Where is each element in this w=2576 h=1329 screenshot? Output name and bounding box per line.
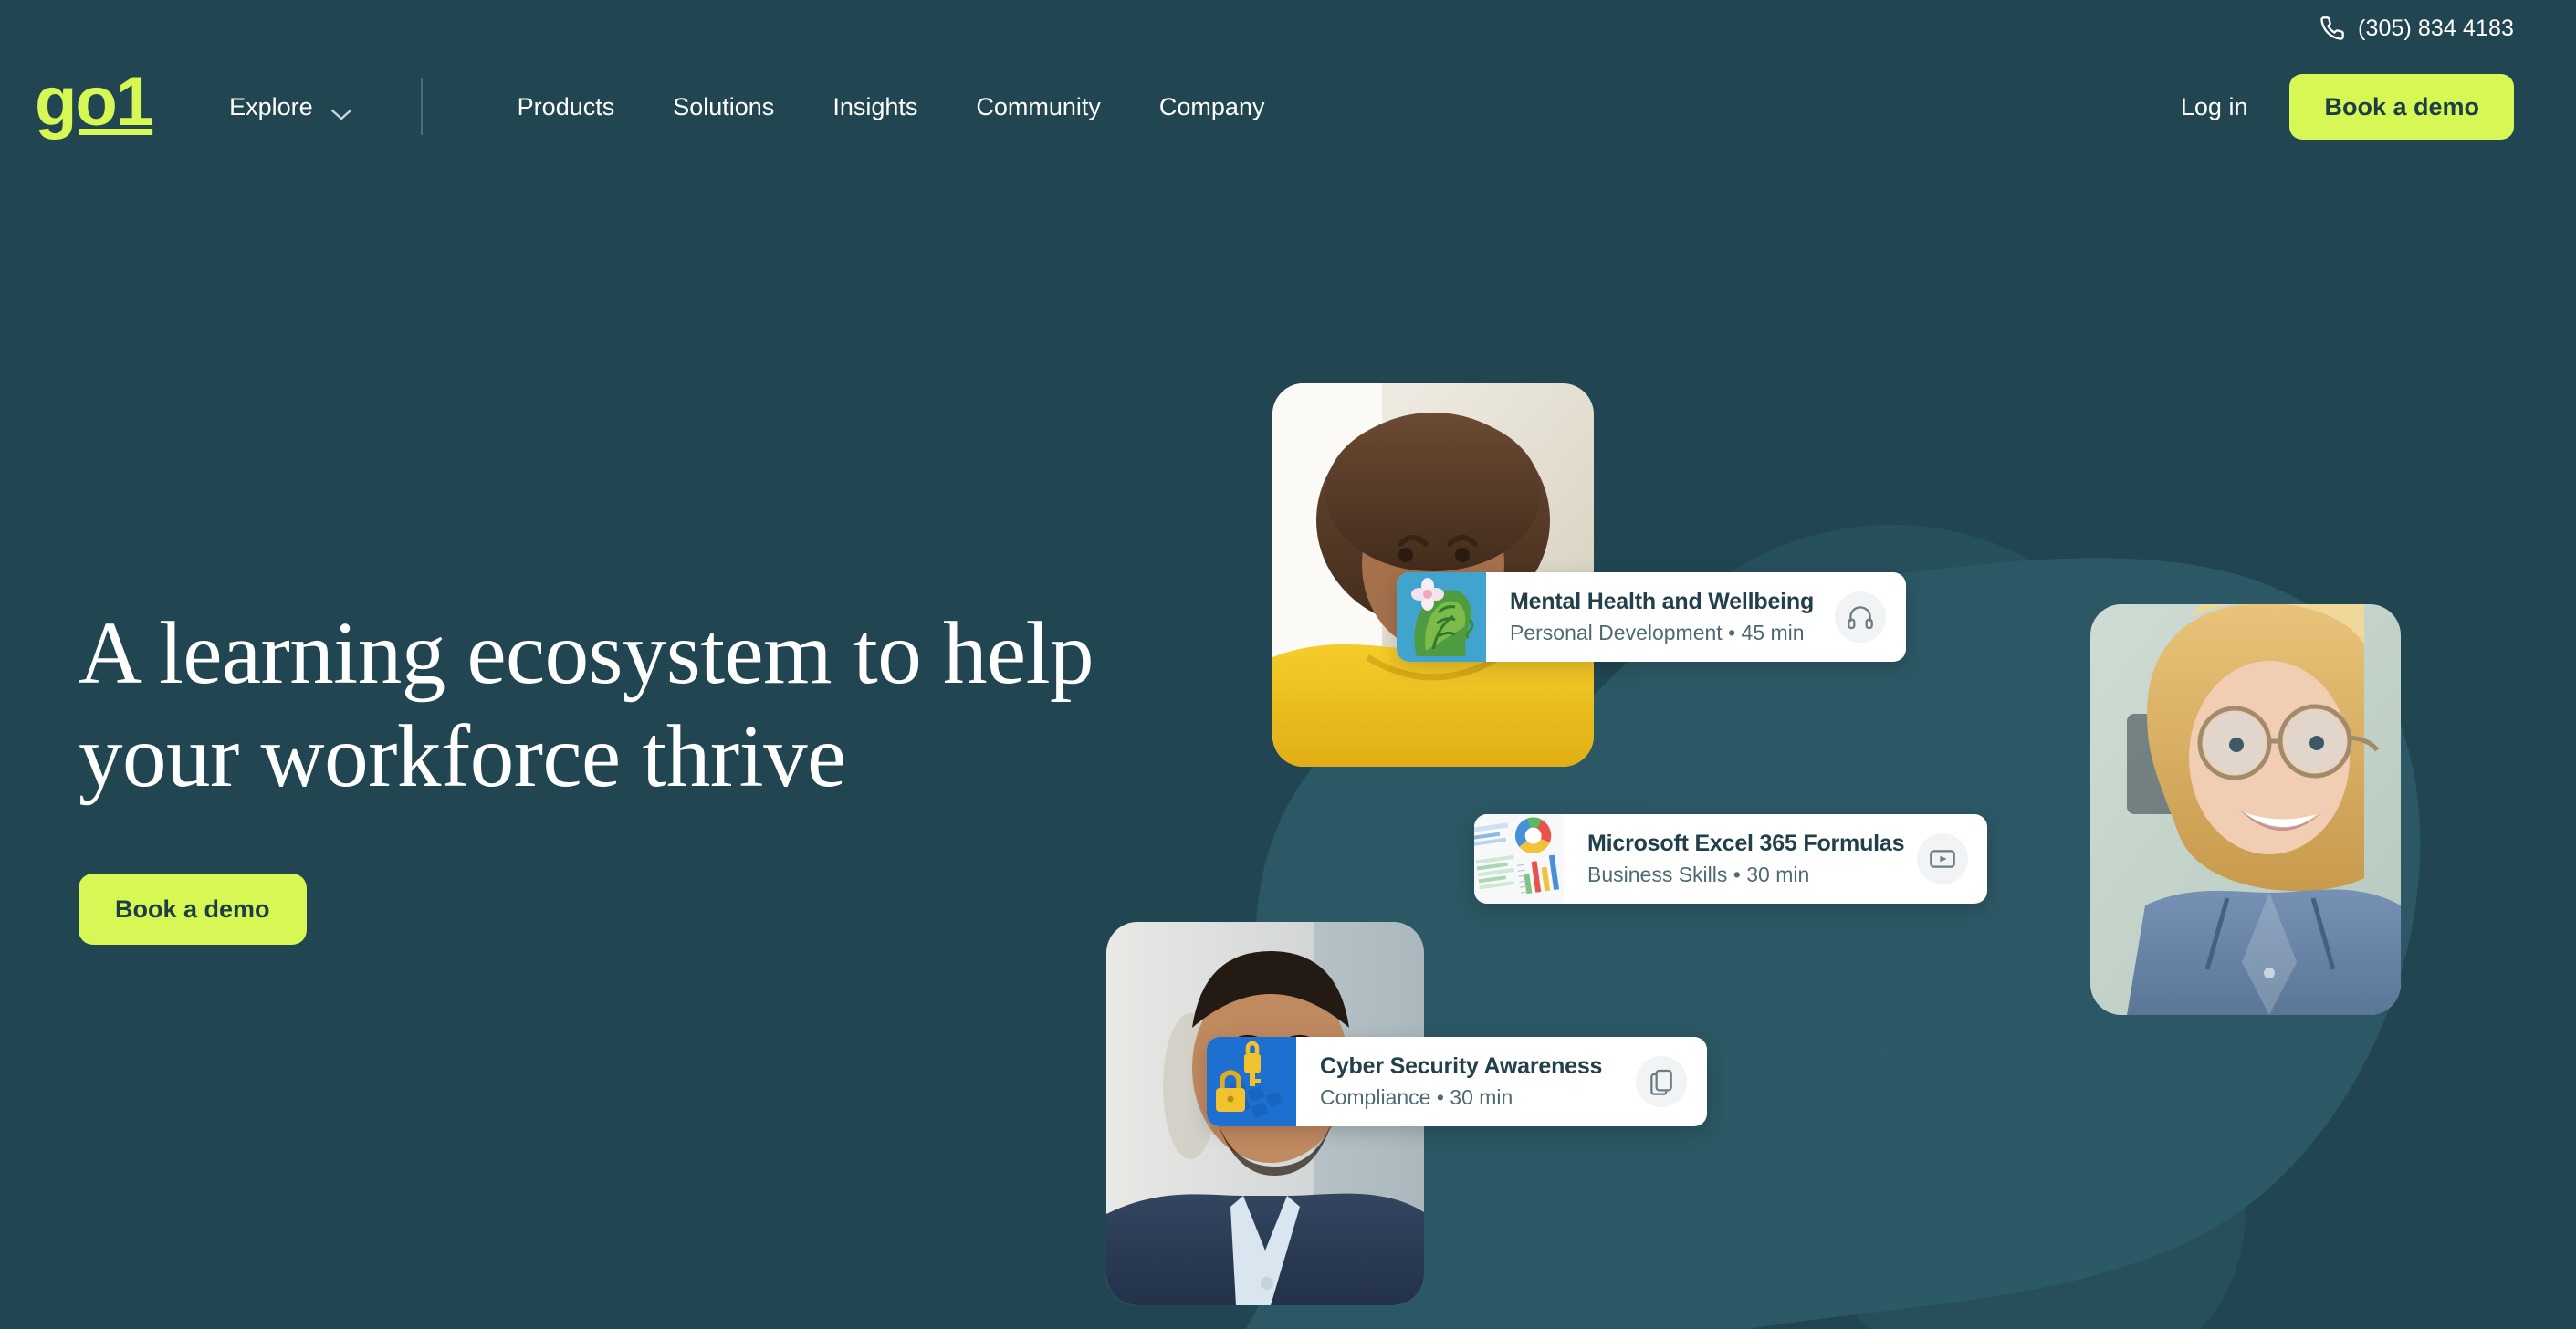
hero-collage: Mental Health and Wellbeing Personal Dev… <box>1050 347 2576 1329</box>
excel-charts-thumbnail <box>1474 814 1564 904</box>
course-meta: Compliance • 30 min <box>1320 1086 1623 1109</box>
phone-number: (305) 834 4183 <box>2358 15 2514 41</box>
cyber-security-thumbnail <box>1207 1037 1296 1126</box>
course-card-body: Cyber Security Awareness Compliance • 30… <box>1296 1037 1707 1126</box>
course-card-excel[interactable]: Microsoft Excel 365 Formulas Business Sk… <box>1474 814 1987 904</box>
headphones-icon <box>1835 591 1886 643</box>
course-category: Business Skills <box>1587 863 1728 887</box>
book-demo-button-hero[interactable]: Book a demo <box>79 874 307 946</box>
nav-item-insights[interactable]: Insights <box>803 93 947 121</box>
main-navigation: go1 Explore Products Solutions Insights … <box>0 57 2576 157</box>
chevron-down-icon <box>330 99 353 120</box>
login-link[interactable]: Log in <box>2139 93 2290 121</box>
course-meta: Personal Development • 45 min <box>1510 622 1822 644</box>
course-card-body: Mental Health and Wellbeing Personal Dev… <box>1486 572 1906 662</box>
course-card-body: Microsoft Excel 365 Formulas Business Sk… <box>1564 814 1987 904</box>
course-card-text: Microsoft Excel 365 Formulas Business Sk… <box>1587 831 1905 886</box>
page-title: A learning ecosystem to help your workfo… <box>79 604 1094 805</box>
document-copy-icon <box>1636 1056 1687 1107</box>
nav-actions-group: Log in Book a demo <box>2139 74 2514 140</box>
nav-divider <box>420 78 423 135</box>
nav-links-group: Products Solutions Insights Community Co… <box>488 93 1294 121</box>
course-card-mental-health[interactable]: Mental Health and Wellbeing Personal Dev… <box>1397 572 1906 662</box>
course-duration: 45 min <box>1741 621 1805 645</box>
course-category: Compliance <box>1320 1085 1431 1110</box>
video-play-icon <box>1917 833 1969 884</box>
photo-woman-glasses-denim <box>2090 604 2401 1015</box>
course-meta: Business Skills • 30 min <box>1587 863 1904 886</box>
course-duration: 30 min <box>1450 1085 1513 1110</box>
course-category: Personal Development <box>1510 621 1723 645</box>
nav-primary-group: Explore Products Solutions Insights Comm… <box>229 78 1293 135</box>
course-duration: 30 min <box>1746 863 1810 887</box>
course-card-text: Cyber Security Awareness Compliance • 30… <box>1320 1053 1623 1109</box>
utility-bar: (305) 834 4183 <box>0 0 2576 57</box>
book-demo-button-header[interactable]: Book a demo <box>2289 74 2514 140</box>
course-title: Mental Health and Wellbeing <box>1510 589 1815 615</box>
nav-item-company[interactable]: Company <box>1130 93 1294 121</box>
hero-page: (305) 834 4183 go1 Explore Products Solu… <box>0 0 2576 1329</box>
course-card-cyber-security[interactable]: Cyber Security Awareness Compliance • 30… <box>1207 1037 1707 1126</box>
nav-item-solutions[interactable]: Solutions <box>644 93 803 121</box>
course-title: Microsoft Excel 365 Formulas <box>1587 831 1905 857</box>
go1-logo[interactable]: go1 <box>35 67 154 140</box>
nav-item-products[interactable]: Products <box>488 93 644 121</box>
meta-separator: • <box>1436 1085 1444 1110</box>
nav-explore-label: Explore <box>229 92 313 120</box>
phone-icon <box>2319 16 2345 41</box>
meta-separator: • <box>1728 621 1736 645</box>
nav-item-community[interactable]: Community <box>947 93 1130 121</box>
nav-item-explore[interactable]: Explore <box>229 93 353 121</box>
meta-separator: • <box>1733 863 1741 887</box>
hero-copy: A learning ecosystem to help your workfo… <box>79 602 1101 946</box>
phone-link[interactable]: (305) 834 4183 <box>2319 16 2514 42</box>
course-title: Cyber Security Awareness <box>1320 1053 1603 1080</box>
course-card-text: Mental Health and Wellbeing Personal Dev… <box>1510 589 1822 644</box>
mental-health-thumbnail <box>1397 572 1486 662</box>
